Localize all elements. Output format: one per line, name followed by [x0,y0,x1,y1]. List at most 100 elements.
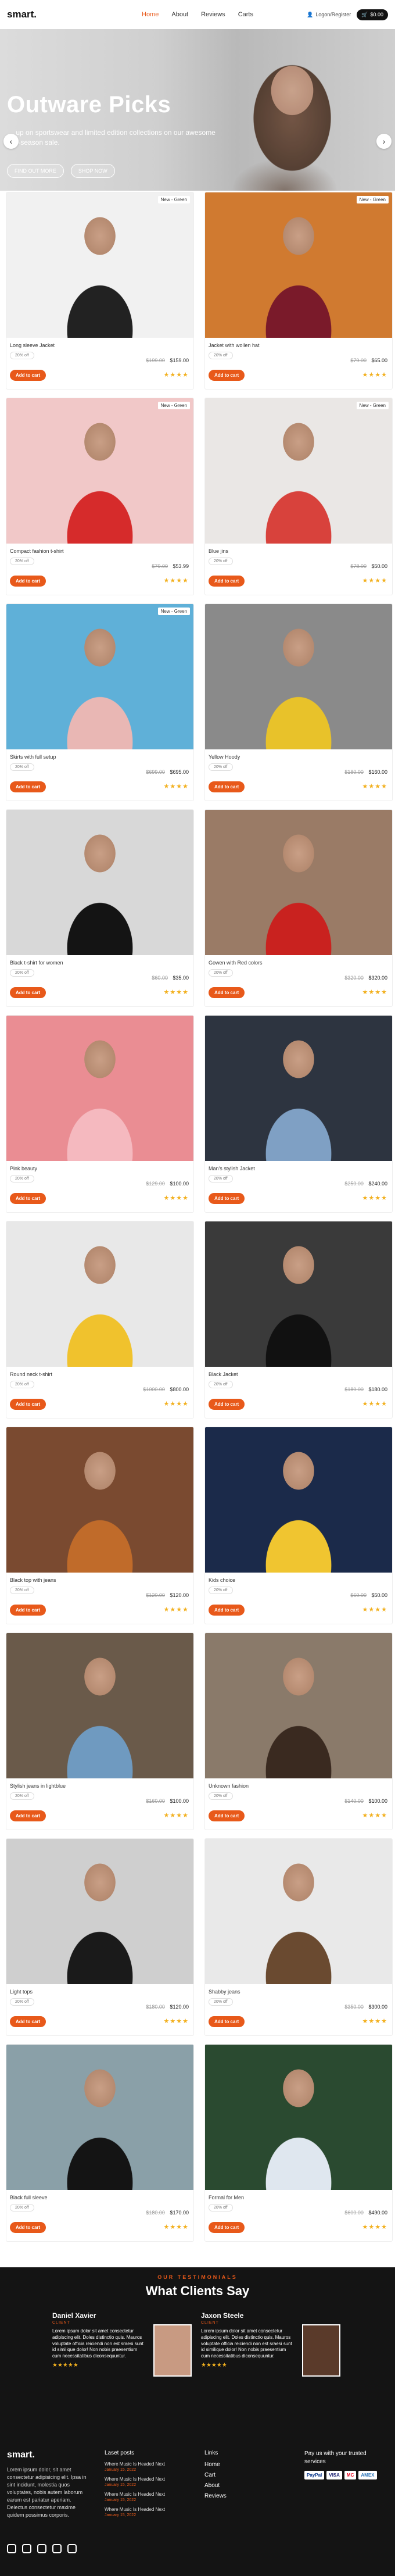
product-image[interactable] [205,1016,392,1161]
add-to-cart-button[interactable]: Add to cart [10,781,46,792]
product-image[interactable]: New - Green [205,192,392,338]
product-card[interactable]: New - Green Compact fashion t-shirt 20% … [6,398,194,595]
shop-now-button[interactable]: SHOP NOW [70,164,115,178]
logo[interactable]: smart. [7,9,37,20]
nav-reviews[interactable]: Reviews [201,11,225,18]
youtube-icon[interactable] [67,2544,77,2553]
product-name[interactable]: Black top with jeans [10,1577,56,1583]
add-to-cart-button[interactable]: Add to cart [10,1605,46,1616]
product-card[interactable]: Formal for Men 20% off $600.00 $490.00 A… [204,2044,393,2242]
product-image[interactable]: New - Green [6,192,193,338]
product-card[interactable]: Man's stylish Jacket 20% off $250.00 $24… [204,1015,393,1213]
footer-post[interactable]: Where Music Is Headed Next January 15, 2… [105,2477,165,2487]
footer-post[interactable]: Where Music Is Headed Next January 15, 2… [105,2492,165,2502]
nav-home[interactable]: Home [142,11,159,18]
carousel-prev-icon[interactable]: ‹ [3,134,19,149]
product-image[interactable] [205,1427,392,1573]
product-card[interactable]: New - Green Long sleeve Jacket 20% off $… [6,192,194,390]
add-to-cart-button[interactable]: Add to cart [10,576,46,587]
linkedin-icon[interactable] [52,2544,62,2553]
carousel-next-icon[interactable]: › [376,134,392,149]
product-name[interactable]: Stylish jeans in lightblue [10,1783,66,1789]
product-name[interactable]: Light tops [10,1989,33,1995]
product-name[interactable]: Man's stylish Jacket [209,1166,255,1171]
product-card[interactable]: Yellow Hoody 20% off $180.00 $160.00 Add… [204,603,393,801]
add-to-cart-button[interactable]: Add to cart [10,2016,46,2027]
nav-carts[interactable]: Carts [238,11,253,18]
product-name[interactable]: Black full sleeve [10,2195,48,2200]
add-to-cart-button[interactable]: Add to cart [209,1399,245,1410]
product-image[interactable] [6,1016,193,1161]
product-name[interactable]: Skirts with full setup [10,754,56,760]
product-name[interactable]: Blue jins [209,548,228,554]
footer-link-about[interactable]: About [204,2482,220,2489]
product-image[interactable] [205,2045,392,2190]
add-to-cart-button[interactable]: Add to cart [10,1193,46,1204]
footer-link-reviews[interactable]: Reviews [204,2493,227,2499]
product-image[interactable] [205,810,392,955]
product-image[interactable]: New - Green [205,398,392,544]
facebook-icon[interactable] [7,2544,16,2553]
product-name[interactable]: Yellow Hoody [209,754,240,760]
product-image[interactable] [6,2045,193,2190]
product-image[interactable]: New - Green [6,398,193,544]
product-image[interactable]: New - Green [6,604,193,749]
product-name[interactable]: Round neck t-shirt [10,1371,52,1377]
add-to-cart-button[interactable]: Add to cart [209,2222,245,2233]
product-card[interactable]: Round neck t-shirt 20% off $1000.00 $800… [6,1221,194,1419]
product-card[interactable]: New - Green Jacket with wollen hat 20% o… [204,192,393,390]
product-image[interactable] [6,1839,193,1984]
add-to-cart-button[interactable]: Add to cart [209,370,245,381]
product-card[interactable]: Black full sleeve 20% off $180.00 $170.0… [6,2044,194,2242]
footer-link-home[interactable]: Home [204,2461,220,2468]
product-name[interactable]: Long sleeve Jacket [10,342,55,348]
product-card[interactable]: Stylish jeans in lightblue 20% off $160.… [6,1632,194,1830]
product-card[interactable]: Black top with jeans 20% off $120.00 $12… [6,1427,194,1624]
footer-post[interactable]: Where Music Is Headed Next January 15, 2… [105,2461,165,2472]
product-image[interactable] [6,1427,193,1573]
footer-post[interactable]: Where Music Is Headed Next January 15, 2… [105,2507,165,2517]
product-card[interactable]: Gowen with Red colors 20% off $320.00 $3… [204,809,393,1007]
product-card[interactable]: New - Green Blue jins 20% off $78.00 $50… [204,398,393,595]
add-to-cart-button[interactable]: Add to cart [209,2016,245,2027]
add-to-cart-button[interactable]: Add to cart [209,1810,245,1821]
instagram-icon[interactable] [37,2544,46,2553]
product-name[interactable]: Kids choice [209,1577,235,1583]
footer-link-cart[interactable]: Cart [204,2472,216,2478]
twitter-icon[interactable] [22,2544,31,2553]
add-to-cart-button[interactable]: Add to cart [209,576,245,587]
product-name[interactable]: Formal for Men [209,2195,244,2200]
product-image[interactable] [205,1221,392,1367]
product-image[interactable] [6,1633,193,1778]
product-card[interactable]: New - Green Skirts with full setup 20% o… [6,603,194,801]
product-name[interactable]: Unknown fashion [209,1783,249,1789]
product-image[interactable] [205,1839,392,1984]
product-card[interactable]: Black Jacket 20% off $180.00 $180.00 Add… [204,1221,393,1419]
product-image[interactable] [6,1221,193,1367]
cart-button[interactable]: 🛒 $0.00 [357,9,388,20]
footer-logo[interactable]: smart. [7,2450,35,2460]
product-card[interactable]: Pink beauty 20% off $129.00 $100.00 Add … [6,1015,194,1213]
add-to-cart-button[interactable]: Add to cart [209,987,245,998]
product-card[interactable]: Black t-shirt for women 20% off $60.00 $… [6,809,194,1007]
product-image[interactable] [205,1633,392,1778]
add-to-cart-button[interactable]: Add to cart [10,1810,46,1821]
product-name[interactable]: Black Jacket [209,1371,238,1377]
product-name[interactable]: Compact fashion t-shirt [10,548,64,554]
product-card[interactable]: Shabby jeans 20% off $350.00 $300.00 Add… [204,1838,393,2036]
add-to-cart-button[interactable]: Add to cart [209,781,245,792]
product-name[interactable]: Pink beauty [10,1166,37,1171]
add-to-cart-button[interactable]: Add to cart [10,1399,46,1410]
product-name[interactable]: Jacket with wollen hat [209,342,260,348]
login-link[interactable]: 👤 Logon/Register [307,12,351,18]
add-to-cart-button[interactable]: Add to cart [10,370,46,381]
product-card[interactable]: Kids choice 20% off $60.00 $50.00 Add to… [204,1427,393,1624]
find-out-more-button[interactable]: FIND OUT MORE [7,164,64,178]
product-name[interactable]: Shabby jeans [209,1989,240,1995]
nav-about[interactable]: About [171,11,188,18]
add-to-cart-button[interactable]: Add to cart [209,1193,245,1204]
product-name[interactable]: Gowen with Red colors [209,960,263,966]
product-image[interactable] [205,604,392,749]
add-to-cart-button[interactable]: Add to cart [10,987,46,998]
add-to-cart-button[interactable]: Add to cart [10,2222,46,2233]
